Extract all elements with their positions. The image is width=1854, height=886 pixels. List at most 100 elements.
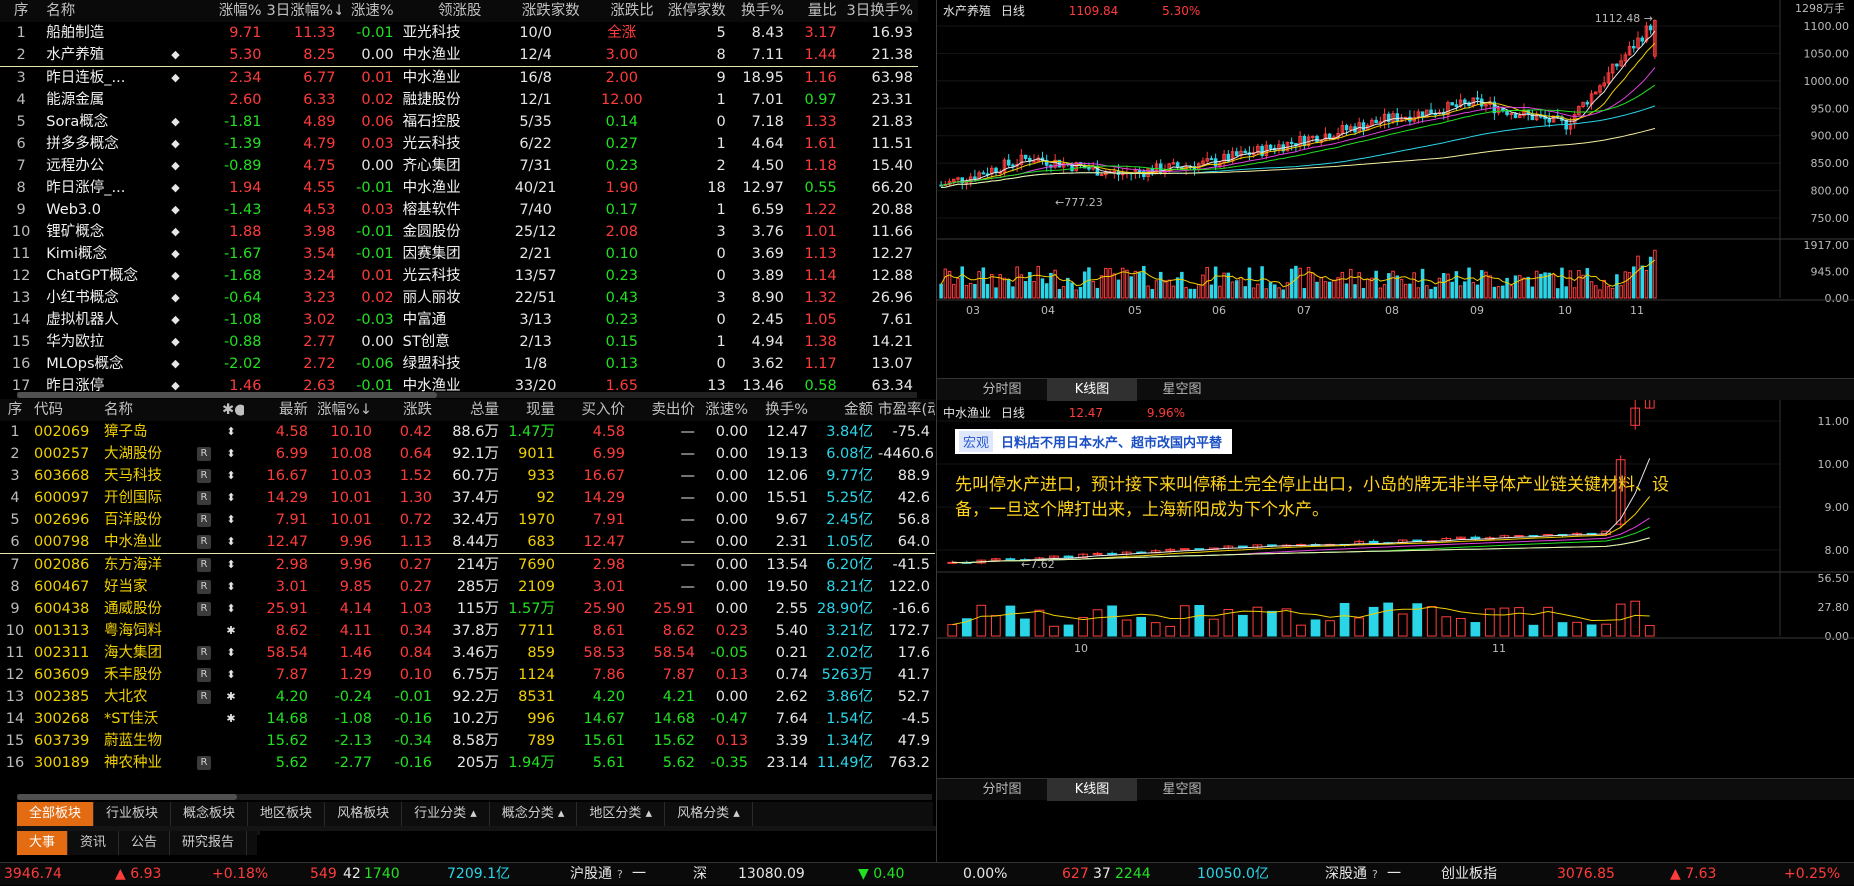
- header-cell[interactable]: 买入价: [560, 399, 630, 421]
- leader-stock[interactable]: 因赛集团: [399, 243, 487, 265]
- leader-stock[interactable]: 齐心集团: [399, 155, 487, 177]
- leader-stock[interactable]: 亚光科技: [399, 22, 487, 44]
- sector-name[interactable]: 小红书概念: [42, 287, 148, 309]
- header-cell[interactable]: 金额: [813, 399, 878, 421]
- header-cell[interactable]: 3日涨幅%↓: [266, 0, 340, 22]
- sgt-label[interactable]: 深股通: [1325, 863, 1367, 886]
- header-cell[interactable]: 涨速%: [341, 0, 399, 22]
- header-cell[interactable]: 名称: [42, 0, 148, 22]
- table-row[interactable]: 5 002696 百洋股份 R ⬍ 7.91 10.01 0.72 32.4万 1970 7.91 —…: [0, 509, 935, 531]
- stock-code[interactable]: 000257: [30, 443, 100, 465]
- tab-2[interactable]: 概念板块: [171, 802, 249, 826]
- tab-4[interactable]: 风格板块: [325, 802, 403, 826]
- chart-tab-0[interactable]: 分时图: [957, 779, 1047, 801]
- stock-code[interactable]: 600097: [30, 487, 100, 509]
- leader-stock[interactable]: 绿盟科技: [399, 353, 487, 375]
- table-row[interactable]: 2 水产养殖 ◆ 5.30 8.25 0.00 中水渔业 12/4 3.00 8 7.11 1.44 2…: [0, 44, 918, 67]
- sector-name[interactable]: 船舶制造: [42, 22, 148, 44]
- sector-name[interactable]: Sora概念: [42, 111, 148, 133]
- stock-name[interactable]: 东方海洋: [100, 554, 190, 577]
- table-row[interactable]: 7 远程办公 ◆ -0.89 4.75 0.00 齐心集团 7/31 0.23 2 4.50 1.18…: [0, 155, 918, 177]
- table-row[interactable]: 1 船舶制造 9.71 11.33 -0.01 亚光科技 10/0 全涨 5 8.43 3.17 16…: [0, 22, 918, 44]
- stock-name[interactable]: 獐子岛: [100, 421, 190, 443]
- leader-stock[interactable]: 丽人丽妆: [399, 287, 487, 309]
- tab-6[interactable]: 概念分类 ▴: [490, 802, 578, 826]
- sector-scrollbar[interactable]: [17, 392, 917, 398]
- chart-tab-1[interactable]: K线图: [1047, 379, 1137, 401]
- header-cell[interactable]: 涨幅%↓: [313, 399, 377, 421]
- stock-code[interactable]: 300189: [30, 752, 100, 774]
- leader-stock[interactable]: ST创意: [399, 331, 487, 353]
- tab-5[interactable]: 行业分类 ▴: [402, 802, 490, 826]
- header-cell[interactable]: 涨停家数: [659, 0, 731, 22]
- header-cell[interactable]: 涨幅%: [203, 0, 266, 22]
- sector-kline-chart[interactable]: 1100.00 1050.00 1000.00 950.00 900.00 850.00 8…: [937, 0, 1854, 380]
- sector-name[interactable]: 能源金属: [42, 89, 148, 111]
- sector-name[interactable]: Web3.0: [42, 199, 148, 221]
- sector-table-header[interactable]: 序名称 涨幅% 3日涨幅%↓ 涨速% 领涨股 涨跌家数 涨跌比 涨停家数 换手% 量比 3日换手%: [0, 0, 918, 22]
- table-row[interactable]: 6 拼多多概念 ◆ -1.39 4.79 0.03 光云科技 6/22 0.27 1 4.64 1.6…: [0, 133, 918, 155]
- chart-tab-2[interactable]: 星空图: [1137, 779, 1227, 801]
- leader-stock[interactable]: 中富通: [399, 309, 487, 331]
- header-cell[interactable]: 换手%: [753, 399, 813, 421]
- stock-code[interactable]: 002311: [30, 642, 100, 664]
- stock-code[interactable]: 002696: [30, 509, 100, 531]
- header-cell[interactable]: 名称: [100, 399, 190, 421]
- stock-scrollbar[interactable]: [17, 794, 932, 800]
- sz-index[interactable]: 13080.09: [738, 863, 805, 886]
- table-row[interactable]: 16 300189 神农种业 R 5.62 -2.77 -0.16 205万 1.94万 5.61…: [0, 752, 935, 774]
- leader-stock[interactable]: 中水渔业: [398, 44, 487, 67]
- table-row[interactable]: 6 000798 中水渔业 R ⬍ 12.47 9.96 1.13 8.44万 683 12.47—…: [0, 531, 935, 554]
- tab-0[interactable]: 全部板块: [17, 802, 95, 826]
- sector-name[interactable]: Kimi概念: [42, 243, 148, 265]
- tab-7[interactable]: 地区分类 ▴: [577, 802, 666, 826]
- stock-name[interactable]: 中水渔业: [100, 531, 190, 554]
- header-cell[interactable]: 涨跌: [377, 399, 437, 421]
- stock-name[interactable]: 百洋股份: [100, 509, 190, 531]
- header-cell[interactable]: 涨跌家数: [486, 0, 584, 22]
- header-cell[interactable]: 代码: [30, 399, 100, 421]
- chart-tab-2[interactable]: 星空图: [1137, 379, 1227, 401]
- header-cell[interactable]: 换手%: [731, 0, 789, 22]
- news-headline[interactable]: 宏观 日料店不用日本水产、超市改国内平替: [955, 429, 1233, 454]
- stock-code[interactable]: 002086: [30, 554, 100, 577]
- table-row[interactable]: 12 ChatGPT概念 ◆ -1.68 3.24 0.01 光云科技 13/57 0.23 0 3…: [0, 265, 918, 287]
- news-tab-1[interactable]: 资讯: [68, 831, 120, 855]
- sector-name[interactable]: 锂矿概念: [42, 221, 148, 243]
- sector-name[interactable]: 华为欧拉: [42, 331, 148, 353]
- stock-table-header[interactable]: 序代码 名称 ✱● 最新 涨幅%↓ 涨跌 总量 现量 买入价 卖出价 涨速% 换手% 金额 市盈率(动: [0, 399, 935, 421]
- header-cell[interactable]: 序: [0, 399, 30, 421]
- stock-name[interactable]: 好当家: [100, 576, 190, 598]
- header-cell[interactable]: 量比: [789, 0, 842, 22]
- leader-stock[interactable]: 福石控股: [399, 111, 487, 133]
- table-row[interactable]: 3 603668 天马科技 R ⬍ 16.67 10.03 1.52 60.7万 933 16.67…: [0, 465, 935, 487]
- table-row[interactable]: 1 002069 獐子岛 ⬍ 4.58 10.10 0.42 88.6万 1.47万 4.58 — 0…: [0, 421, 935, 443]
- stock-code[interactable]: 300268: [30, 708, 100, 730]
- stock-code[interactable]: 603668: [30, 465, 100, 487]
- stock-code[interactable]: 603739: [30, 730, 100, 752]
- table-row[interactable]: 14 虚拟机器人 ◆ -1.08 3.02 -0.03 中富通 3/13 0.23 0 2.45 1.…: [0, 309, 918, 331]
- table-row[interactable]: 13 002385 大北农 R ✱ 4.20 -0.24 -0.01 92.2万 8531 4.20…: [0, 686, 935, 708]
- table-row[interactable]: 11 002311 海大集团 R ⬍ 58.54 1.46 0.84 3.46万 859 58.53…: [0, 642, 935, 664]
- leader-stock[interactable]: 金圆股份: [399, 221, 487, 243]
- stock-name[interactable]: 天马科技: [100, 465, 190, 487]
- stock-name[interactable]: 蔚蓝生物: [100, 730, 190, 752]
- stock-kline-chart[interactable]: 12.0011.0010.009.008.0056.5027.800.008.4…: [937, 400, 1854, 780]
- stock-code[interactable]: 001313: [30, 620, 100, 642]
- header-cell[interactable]: 序: [0, 0, 42, 22]
- table-row[interactable]: 4 能源金属 2.60 6.33 0.02 融捷股份 12/1 12.00 1 7.01 0.97 2…: [0, 89, 918, 111]
- stock-code[interactable]: 600438: [30, 598, 100, 620]
- leader-stock[interactable]: 光云科技: [399, 265, 487, 287]
- table-row[interactable]: 16 MLOps概念 ◆ -2.02 2.72 -0.06 绿盟科技 1/8 0.13 0 3.62…: [0, 353, 918, 375]
- stock-name[interactable]: 神农种业: [100, 752, 190, 774]
- table-row[interactable]: 11 Kimi概念 ◆ -1.67 3.54 -0.01 因赛集团 2/21 0.10 0 3.69…: [0, 243, 918, 265]
- leader-stock[interactable]: 中水渔业: [399, 67, 487, 90]
- header-cell[interactable]: 涨速%: [700, 399, 753, 421]
- table-row[interactable]: 12 603609 禾丰股份 R ⬍ 7.87 1.29 0.10 6.75万 1124 7.86 7…: [0, 664, 935, 686]
- stock-name[interactable]: 粤海饲料: [100, 620, 190, 642]
- table-row[interactable]: 2 000257 大湖股份 R ⬍ 6.99 10.08 0.64 92.1万 9011 6.99 —…: [0, 443, 935, 465]
- stock-name[interactable]: 大湖股份: [100, 443, 190, 465]
- header-cell[interactable]: 涨跌比: [585, 0, 659, 22]
- stock-code[interactable]: 603609: [30, 664, 100, 686]
- table-row[interactable]: 15 华为欧拉 ◆ -0.88 2.77 0.00 ST创意 2/13 0.15 1 4.94 1.3…: [0, 331, 918, 353]
